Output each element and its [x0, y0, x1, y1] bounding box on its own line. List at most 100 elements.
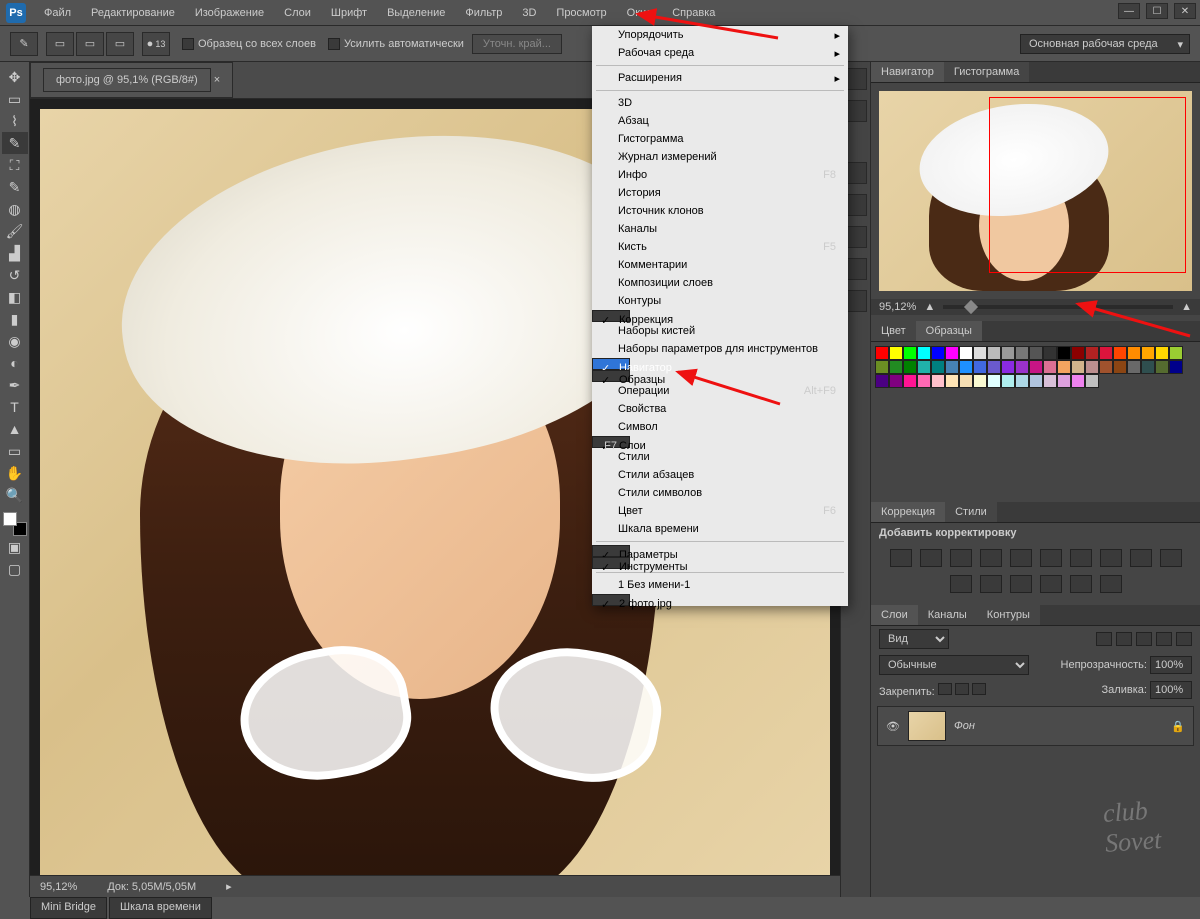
menu-item-Стили абзацев[interactable]: Стили абзацев	[592, 466, 848, 484]
maximize-button[interactable]: ☐	[1146, 3, 1168, 19]
swatch[interactable]	[1057, 374, 1071, 388]
swatch[interactable]	[875, 374, 889, 388]
swatches-grid[interactable]	[871, 342, 1200, 392]
menu-Просмотр[interactable]: Просмотр	[546, 3, 616, 23]
swatch[interactable]	[945, 346, 959, 360]
swatch[interactable]	[875, 346, 889, 360]
menu-Справка[interactable]: Справка	[662, 3, 725, 23]
colorbalance-icon[interactable]	[1070, 549, 1092, 567]
menu-item-Наборы параметров для инструментов[interactable]: Наборы параметров для инструментов	[592, 340, 848, 358]
eraser-tool-icon[interactable]: ◧	[2, 286, 28, 308]
sub-selection-icon[interactable]: ▭	[76, 32, 104, 56]
crop-tool-icon[interactable]: ⛶	[2, 154, 28, 176]
lasso-tool-icon[interactable]: ⌇	[2, 110, 28, 132]
menu-item-Комментарии[interactable]: Комментарии	[592, 256, 848, 274]
close-button[interactable]: ✕	[1174, 3, 1196, 19]
swatch[interactable]	[1155, 346, 1169, 360]
swatch[interactable]	[1015, 360, 1029, 374]
filter-shape-icon[interactable]	[1156, 632, 1172, 646]
pen-tool-icon[interactable]: ✒	[2, 374, 28, 396]
swatch[interactable]	[875, 360, 889, 374]
swatch[interactable]	[973, 374, 987, 388]
zoom-in-icon[interactable]: ▲	[1181, 301, 1192, 313]
swatch[interactable]	[1085, 360, 1099, 374]
selectivecolor-icon[interactable]	[1100, 575, 1122, 593]
add-selection-icon[interactable]: ▭	[46, 32, 74, 56]
swatch[interactable]	[959, 360, 973, 374]
menu-item-Шкала времени[interactable]: Шкала времени	[592, 520, 848, 538]
color-tab[interactable]: Цвет	[871, 321, 916, 341]
swatch[interactable]	[1043, 360, 1057, 374]
filter-smart-icon[interactable]	[1176, 632, 1192, 646]
swatch[interactable]	[1099, 346, 1113, 360]
navigator-viewport-box[interactable]	[989, 97, 1186, 273]
photofilter-icon[interactable]	[1130, 549, 1152, 567]
layer-name[interactable]: Фон	[954, 720, 975, 732]
swatch[interactable]	[1169, 346, 1183, 360]
filter-type-icon[interactable]	[1136, 632, 1152, 646]
swatch[interactable]	[1029, 346, 1043, 360]
posterize-icon[interactable]	[1010, 575, 1032, 593]
auto-enhance-checkbox[interactable]: Усилить автоматически	[328, 38, 464, 50]
curves-icon[interactable]	[950, 549, 972, 567]
menu-item-Параметры[interactable]: Параметры	[592, 545, 630, 557]
swatch[interactable]	[1127, 346, 1141, 360]
swatch[interactable]	[1141, 346, 1155, 360]
menu-item-Журнал измерений[interactable]: Журнал измерений	[592, 148, 848, 166]
layer-thumbnail[interactable]	[908, 711, 946, 741]
adjustments-tab[interactable]: Коррекция	[871, 502, 945, 522]
swatch[interactable]	[1029, 360, 1043, 374]
lock-pixels-icon[interactable]	[938, 683, 952, 695]
opacity-input[interactable]	[1150, 656, 1192, 674]
shape-tool-icon[interactable]: ▭	[2, 440, 28, 462]
brush-size-picker[interactable]: ●13	[142, 32, 170, 56]
swatch[interactable]	[959, 346, 973, 360]
zoom-tool-icon[interactable]: 🔍	[2, 484, 28, 506]
paths-tab[interactable]: Контуры	[977, 605, 1040, 625]
screenmode-icon[interactable]: ▢	[2, 558, 28, 580]
filter-pixel-icon[interactable]	[1096, 632, 1112, 646]
menu-item-Инструменты[interactable]: Инструменты	[592, 557, 630, 569]
styles-tab[interactable]: Стили	[945, 502, 997, 522]
menu-Шрифт[interactable]: Шрифт	[321, 3, 377, 23]
path-select-icon[interactable]: ▲	[2, 418, 28, 440]
healing-tool-icon[interactable]: ◍	[2, 198, 28, 220]
tool-preset-icon[interactable]: ✎	[10, 32, 38, 56]
channels-tab[interactable]: Каналы	[918, 605, 977, 625]
color-swatches[interactable]	[3, 512, 27, 536]
swatch[interactable]	[903, 374, 917, 388]
swatch[interactable]	[931, 360, 945, 374]
swatch[interactable]	[1057, 346, 1071, 360]
histogram-tab[interactable]: Гистограмма	[944, 62, 1030, 82]
swatch[interactable]	[945, 360, 959, 374]
menu-item-История[interactable]: История	[592, 184, 848, 202]
navigator-zoom-slider[interactable]	[943, 305, 1173, 309]
refine-edge-button[interactable]: Уточн. край...	[472, 34, 562, 54]
layers-tab[interactable]: Слои	[871, 605, 918, 625]
swatch[interactable]	[889, 360, 903, 374]
hand-tool-icon[interactable]: ✋	[2, 462, 28, 484]
swatch[interactable]	[1015, 346, 1029, 360]
swatch[interactable]	[1169, 360, 1183, 374]
menu-item-2 фото.jpg[interactable]: 2 фото.jpg	[592, 594, 630, 606]
swatch[interactable]	[1127, 360, 1141, 374]
colorlookup-icon[interactable]	[950, 575, 972, 593]
navigator-preview[interactable]	[879, 91, 1192, 291]
lock-position-icon[interactable]	[955, 683, 969, 695]
menu-Изображение[interactable]: Изображение	[185, 3, 274, 23]
status-zoom[interactable]: 95,12%	[40, 881, 77, 893]
gradient-tool-icon[interactable]: ▮	[2, 308, 28, 330]
menu-item-Источник клонов[interactable]: Источник клонов	[592, 202, 848, 220]
invert-icon[interactable]	[980, 575, 1002, 593]
menu-item-Свойства[interactable]: Свойства	[592, 400, 848, 418]
visibility-icon[interactable]: 👁	[886, 720, 900, 733]
swatch[interactable]	[1085, 346, 1099, 360]
blur-tool-icon[interactable]: ◉	[2, 330, 28, 352]
menu-Слои[interactable]: Слои	[274, 3, 321, 23]
swatch[interactable]	[987, 346, 1001, 360]
navigator-zoom-value[interactable]: 95,12%	[879, 301, 916, 313]
brightness-icon[interactable]	[890, 549, 912, 567]
swatch[interactable]	[1043, 346, 1057, 360]
swatch[interactable]	[945, 374, 959, 388]
menu-item-Навигатор[interactable]: Навигатор	[592, 358, 630, 370]
